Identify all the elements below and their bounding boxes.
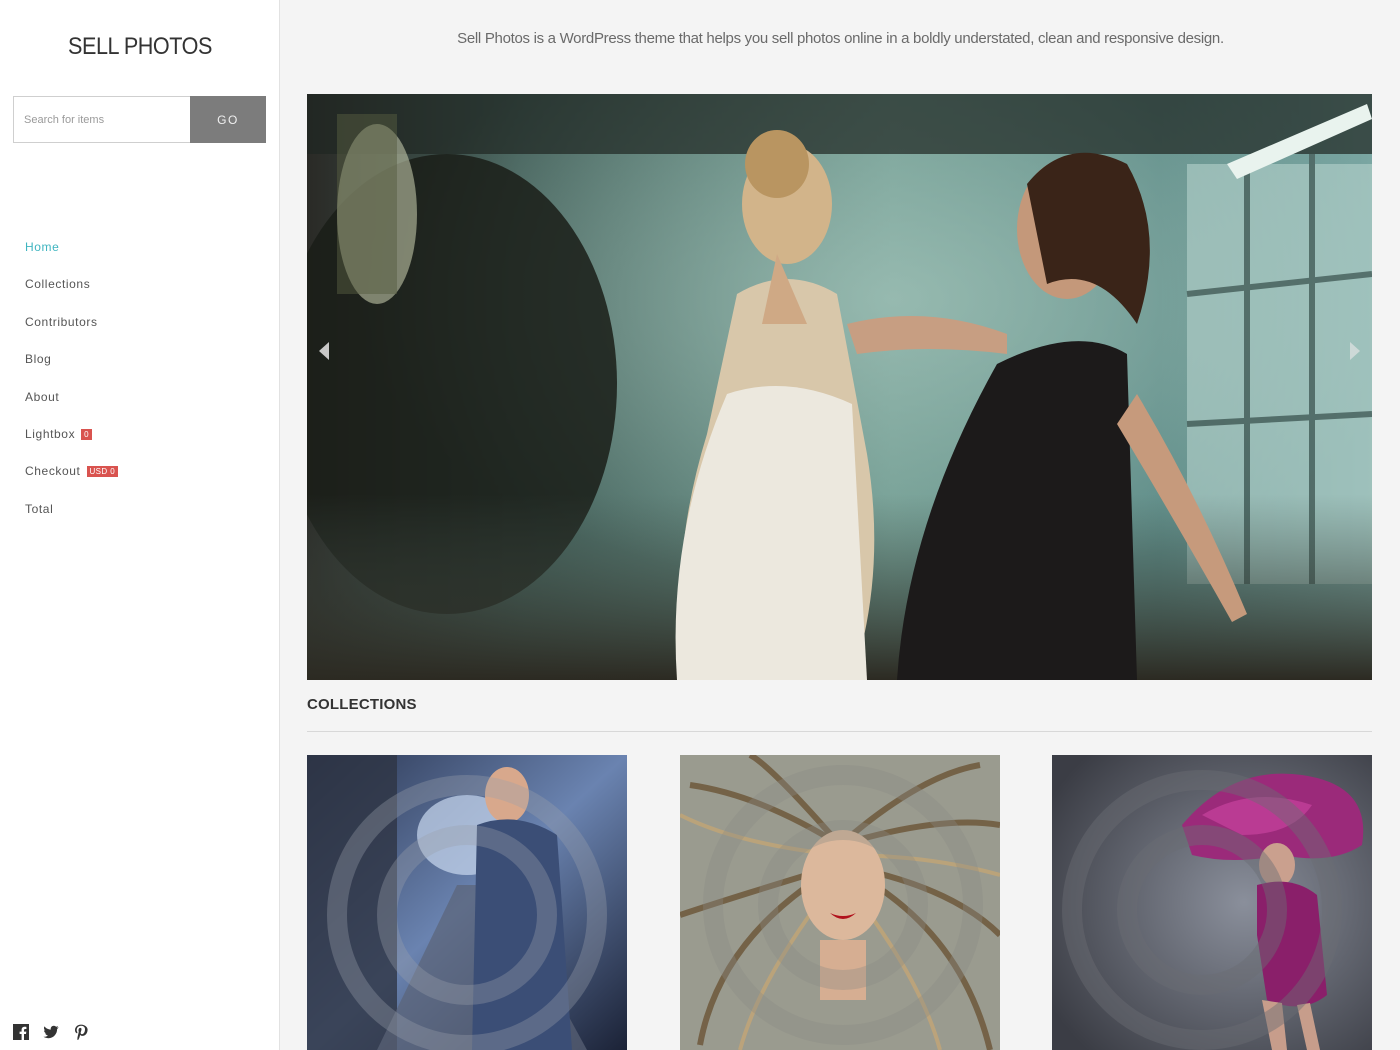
collection-image [307,755,627,1050]
main-content: Sell Photos is a WordPress theme that he… [281,0,1400,1050]
facebook-icon[interactable] [13,1024,29,1040]
nav-item-contributors[interactable]: Contributors [25,315,118,352]
nav-item-blog[interactable]: Blog [25,352,118,389]
divider [307,731,1372,732]
nav-item-label: Home [25,240,60,254]
nav-item-lightbox[interactable]: Lightbox 0 [25,427,118,464]
nav-item-label: Blog [25,352,52,367]
nav-item-total[interactable]: Total [25,502,118,539]
search-input[interactable] [13,96,190,143]
site-tagline: Sell Photos is a WordPress theme that he… [457,30,1224,47]
nav-item-label: Checkout [25,464,81,479]
nav-item-collections[interactable]: Collections [25,277,118,314]
nav-item-home[interactable]: Home [25,240,118,277]
collection-thumbnail[interactable] [680,755,1000,1050]
site-title[interactable]: SELL PHOTOS [14,33,266,61]
nav-item-checkout[interactable]: Checkout USD 0 [25,464,119,501]
twitter-icon[interactable] [43,1024,59,1040]
sidebar: SELL PHOTOS GO Home Collections Contribu… [0,0,280,1050]
pinterest-icon[interactable] [73,1024,89,1040]
nav-item-label: Collections [25,277,91,292]
nav-item-about[interactable]: About [25,390,118,427]
slider-next-arrow[interactable] [1350,342,1360,360]
lightbox-count-badge: 0 [81,428,93,440]
nav-item-label: Total [25,501,54,516]
collections-heading: COLLECTIONS [307,696,417,713]
main-nav: Home Collections Contributors Blog About… [25,240,119,539]
nav-item-label: Lightbox [25,426,76,441]
collection-thumbnail[interactable] [307,755,627,1050]
hero-slider[interactable] [307,94,1372,680]
checkout-total-badge: USD 0 [86,466,119,478]
collection-image [1052,755,1372,1050]
nav-item-label: Contributors [25,314,98,329]
slider-prev-arrow[interactable] [319,342,329,360]
go-button[interactable]: GO [190,96,266,143]
social-links [13,1024,89,1040]
collection-image [680,755,1000,1050]
search-form: GO [13,96,266,143]
collection-thumbnail[interactable] [1052,755,1372,1050]
nav-item-label: About [25,389,60,404]
hero-slide-image [307,94,1372,680]
